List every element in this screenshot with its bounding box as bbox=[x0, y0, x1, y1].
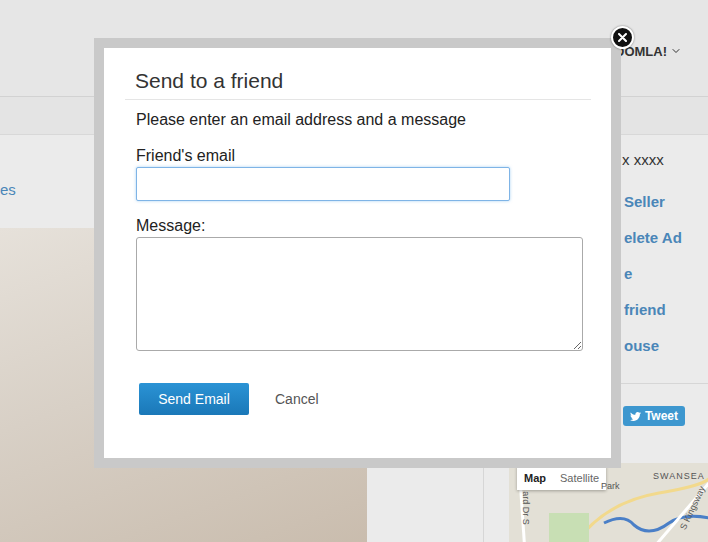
tweet-button[interactable]: Tweet bbox=[623, 406, 685, 426]
map-label: SWANSEA bbox=[653, 471, 705, 481]
modal: Send to a friend Please enter an email ad… bbox=[94, 38, 621, 468]
send-button[interactable]: Send Email bbox=[139, 383, 249, 415]
form-field: Message: bbox=[136, 217, 580, 351]
form-field: Friend's email bbox=[136, 147, 580, 201]
modal-content: Send to a friend Please enter an email ad… bbox=[104, 48, 611, 458]
map-label: ard Dr S bbox=[521, 491, 531, 525]
map-label: S Kingsway bbox=[678, 485, 707, 532]
close-icon bbox=[618, 33, 627, 42]
map-label: Park bbox=[601, 481, 620, 491]
close-button[interactable] bbox=[611, 26, 634, 49]
chevron-down-icon bbox=[670, 45, 682, 57]
modal-header: Send to a friend bbox=[125, 68, 591, 100]
map-type-button[interactable]: Map bbox=[517, 465, 553, 490]
map-type-button[interactable]: Satellite bbox=[553, 465, 606, 490]
message-textarea[interactable] bbox=[136, 237, 583, 351]
cancel-button[interactable]: Cancel bbox=[275, 385, 319, 413]
modal-title: Send to a friend bbox=[135, 68, 581, 94]
map-type-toggle: MapSatellite bbox=[517, 465, 606, 490]
map[interactable]: MapSatellitePark SWANSEA ard Dr S S Kingswa… bbox=[509, 463, 708, 542]
email-input[interactable] bbox=[136, 167, 510, 201]
modal-intro: Please enter an email address and a mess… bbox=[136, 110, 580, 130]
field-label: Message: bbox=[136, 217, 580, 235]
modal-body: Please enter an email address and a mess… bbox=[125, 100, 591, 415]
field-label: Friend's email bbox=[136, 147, 580, 165]
page: OOMLA!esx xxxxSellerelete AdefriendouseT… bbox=[0, 0, 708, 542]
twitter-bird-icon bbox=[630, 411, 641, 422]
button-row: Send Email Cancel bbox=[136, 383, 580, 415]
